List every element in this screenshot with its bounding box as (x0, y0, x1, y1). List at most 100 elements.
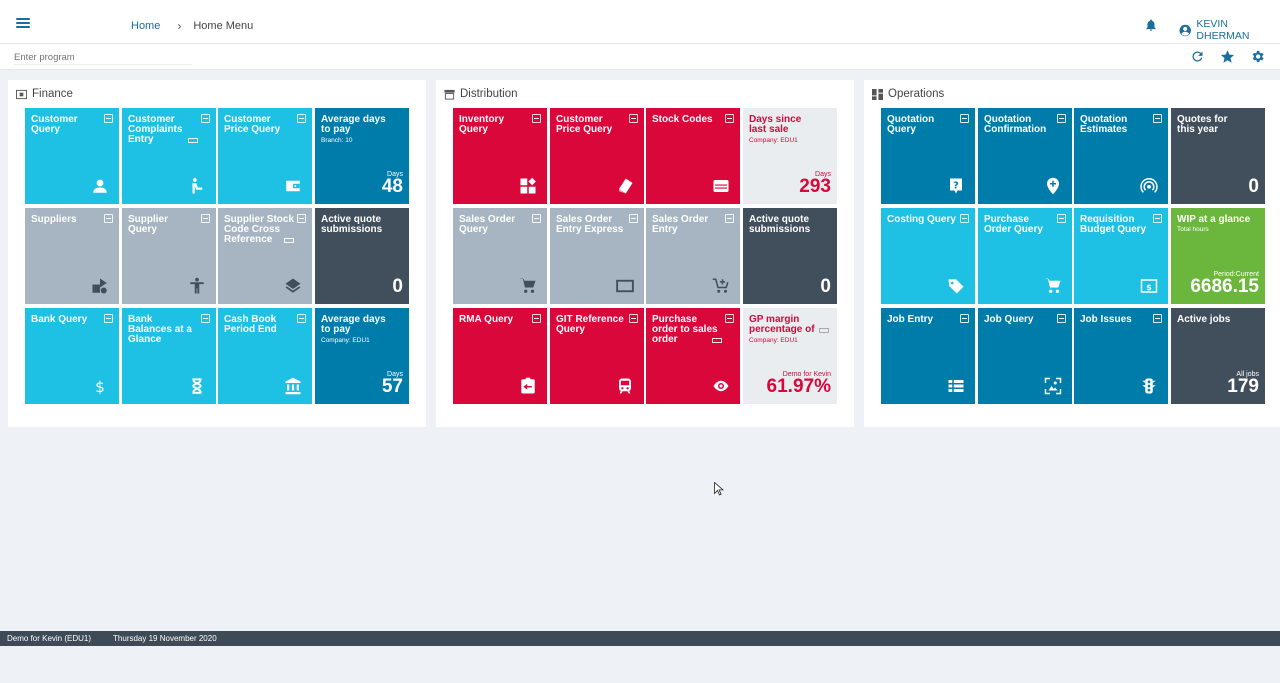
breadcrumb: Home › Home Menu (131, 19, 253, 33)
tile-quotation-estimates[interactable]: Quotation Estimates (1074, 108, 1168, 204)
pin-icon[interactable] (532, 314, 541, 323)
tile-quotation-confirmation[interactable]: Quotation Confirmation (978, 108, 1072, 204)
tile-cash-book-period-end[interactable]: Cash Book Period End (218, 308, 312, 404)
pin-icon[interactable] (297, 314, 306, 323)
tile-requisition-budget-query[interactable]: Requisition Budget Query $ (1074, 208, 1168, 304)
breadcrumb-home[interactable]: Home (131, 20, 160, 32)
status-date: Thursday 19 November 2020 (113, 634, 217, 643)
pin-icon[interactable] (725, 314, 734, 323)
tile-wip-at-a-glance[interactable]: WIP at a glance Total hours Period:Curre… (1171, 208, 1265, 304)
bell-icon[interactable] (1144, 18, 1158, 32)
more-icon (819, 328, 829, 333)
tile-supplier-query[interactable]: Supplier Query (122, 208, 216, 304)
widgets-icon (520, 177, 536, 194)
pin-icon[interactable] (1153, 214, 1162, 223)
program-bar (0, 44, 1280, 70)
tile-customer-price-query-dist[interactable]: Customer Price Query (550, 108, 644, 204)
pin-icon[interactable] (104, 314, 113, 323)
tile-days-since-last-sale[interactable]: Days since last sale Company: EDU1 Days … (743, 108, 837, 204)
operations-title: Operations (872, 88, 944, 100)
person-icon (190, 277, 204, 294)
breadcrumb-current: Home Menu (193, 20, 254, 32)
tile-average-days-to-pay-branch[interactable]: Average days to pay Branch: 10 Days 48 (315, 108, 409, 204)
tile-stock-codes[interactable]: Stock Codes (646, 108, 740, 204)
more-icon (712, 338, 722, 343)
tile-active-quote-submissions-finance[interactable]: Active quote submissions 0 (315, 208, 409, 304)
tile-job-entry[interactable]: Job Entry (881, 308, 975, 404)
status-company: Demo for Kevin (EDU1) (7, 634, 92, 643)
pin-icon[interactable] (629, 314, 638, 323)
pin-icon[interactable] (1153, 314, 1162, 323)
tile-costing-query[interactable]: Costing Query (881, 208, 975, 304)
pin-icon[interactable] (725, 214, 734, 223)
tile-git-reference-query[interactable]: GIT Reference Query (550, 308, 644, 404)
pin-icon[interactable] (1057, 214, 1066, 223)
tile-job-issues[interactable]: Job Issues (1074, 308, 1168, 404)
user-menu[interactable]: KEVIN DHERMAN (1179, 18, 1280, 42)
complaint-icon (192, 178, 203, 194)
tile-purchase-order-query[interactable]: Purchase Order Query (978, 208, 1072, 304)
pin-icon[interactable] (201, 114, 210, 123)
pin-icon[interactable] (960, 314, 969, 323)
pin-icon[interactable] (297, 114, 306, 123)
tile-bank-balances-at-a-glance[interactable]: Bank Balances at a Glance (122, 308, 216, 404)
status-bar: Demo for Kevin (EDU1) Thursday 19 Novemb… (0, 631, 1280, 646)
pin-icon[interactable] (960, 114, 969, 123)
chevron-right-icon: › (177, 19, 182, 33)
pin-icon[interactable] (201, 214, 210, 223)
pin-icon[interactable] (725, 114, 734, 123)
pin-icon[interactable] (1153, 114, 1162, 123)
tile-purchase-order-to-sales-order[interactable]: Purchase order to sales order (646, 308, 740, 404)
store-icon (444, 89, 455, 100)
pin-icon[interactable] (532, 114, 541, 123)
dashboard-icon (872, 88, 883, 100)
top-bar: Home › Home Menu KEVIN DHERMAN (0, 0, 1280, 44)
pin-icon[interactable] (629, 214, 638, 223)
distribution-title: Distribution (444, 88, 518, 100)
gear-icon[interactable] (1250, 49, 1265, 64)
finance-panel: Finance Customer Query Customer Complain… (8, 80, 426, 427)
tile-bank-query[interactable]: Bank Query $ (25, 308, 119, 404)
tile-gp-margin-percentage[interactable]: GP margin percentage of Company: EDU1 De… (743, 308, 837, 404)
layers-icon (285, 278, 301, 293)
pin-icon[interactable] (960, 214, 969, 223)
money-icon (16, 89, 27, 99)
pin-icon[interactable] (297, 214, 306, 223)
refresh-icon[interactable] (1190, 49, 1205, 64)
tile-job-query[interactable]: Job Query (978, 308, 1072, 404)
tile-suppliers[interactable]: Suppliers (25, 208, 119, 304)
tile-active-jobs[interactable]: Active jobs All jobs 179 (1171, 308, 1265, 404)
tile-inventory-query[interactable]: Inventory Query (453, 108, 547, 204)
tile-quotation-query[interactable]: Quotation Query ? (881, 108, 975, 204)
menu-icon[interactable] (16, 18, 30, 28)
wallet-icon (286, 180, 300, 192)
tile-quotes-for-this-year[interactable]: Quotes for this year 0 (1171, 108, 1265, 204)
list-icon (948, 380, 964, 392)
tile-customer-query[interactable]: Customer Query (25, 108, 119, 204)
mouse-cursor-icon (714, 482, 724, 496)
account-icon (1179, 24, 1191, 36)
tile-supplier-stock-code-cross-reference[interactable]: Supplier Stock Code Cross Reference (218, 208, 312, 304)
svg-text:$: $ (95, 378, 105, 395)
pin-icon[interactable] (104, 114, 113, 123)
hourglass-icon (192, 378, 202, 394)
pin-icon[interactable] (1057, 114, 1066, 123)
tile-customer-complaints-entry[interactable]: Customer Complaints Entry (122, 108, 216, 204)
tile-active-quote-submissions-dist[interactable]: Active quote submissions 0 (743, 208, 837, 304)
tile-customer-price-query[interactable]: Customer Price Query (218, 108, 312, 204)
star-icon[interactable] (1220, 49, 1235, 64)
pin-icon[interactable] (104, 214, 113, 223)
program-input[interactable] (14, 50, 192, 65)
pin-icon[interactable] (629, 114, 638, 123)
pin-icon[interactable] (201, 314, 210, 323)
pin-icon[interactable] (532, 214, 541, 223)
pin-icon[interactable] (1057, 314, 1066, 323)
tile-sales-order-query[interactable]: Sales Order Query (453, 208, 547, 304)
traffic-icon (1142, 378, 1156, 394)
tile-sales-order-entry-express[interactable]: Sales Order Entry Express (550, 208, 644, 304)
tile-sales-order-entry[interactable]: Sales Order Entry (646, 208, 740, 304)
tile-rma-query[interactable]: RMA Query (453, 308, 547, 404)
money-icon: $ (1140, 279, 1158, 293)
tile-average-days-to-pay-company[interactable]: Average days to pay Company: EDU1 Days 5… (315, 308, 409, 404)
train-icon (619, 378, 631, 394)
